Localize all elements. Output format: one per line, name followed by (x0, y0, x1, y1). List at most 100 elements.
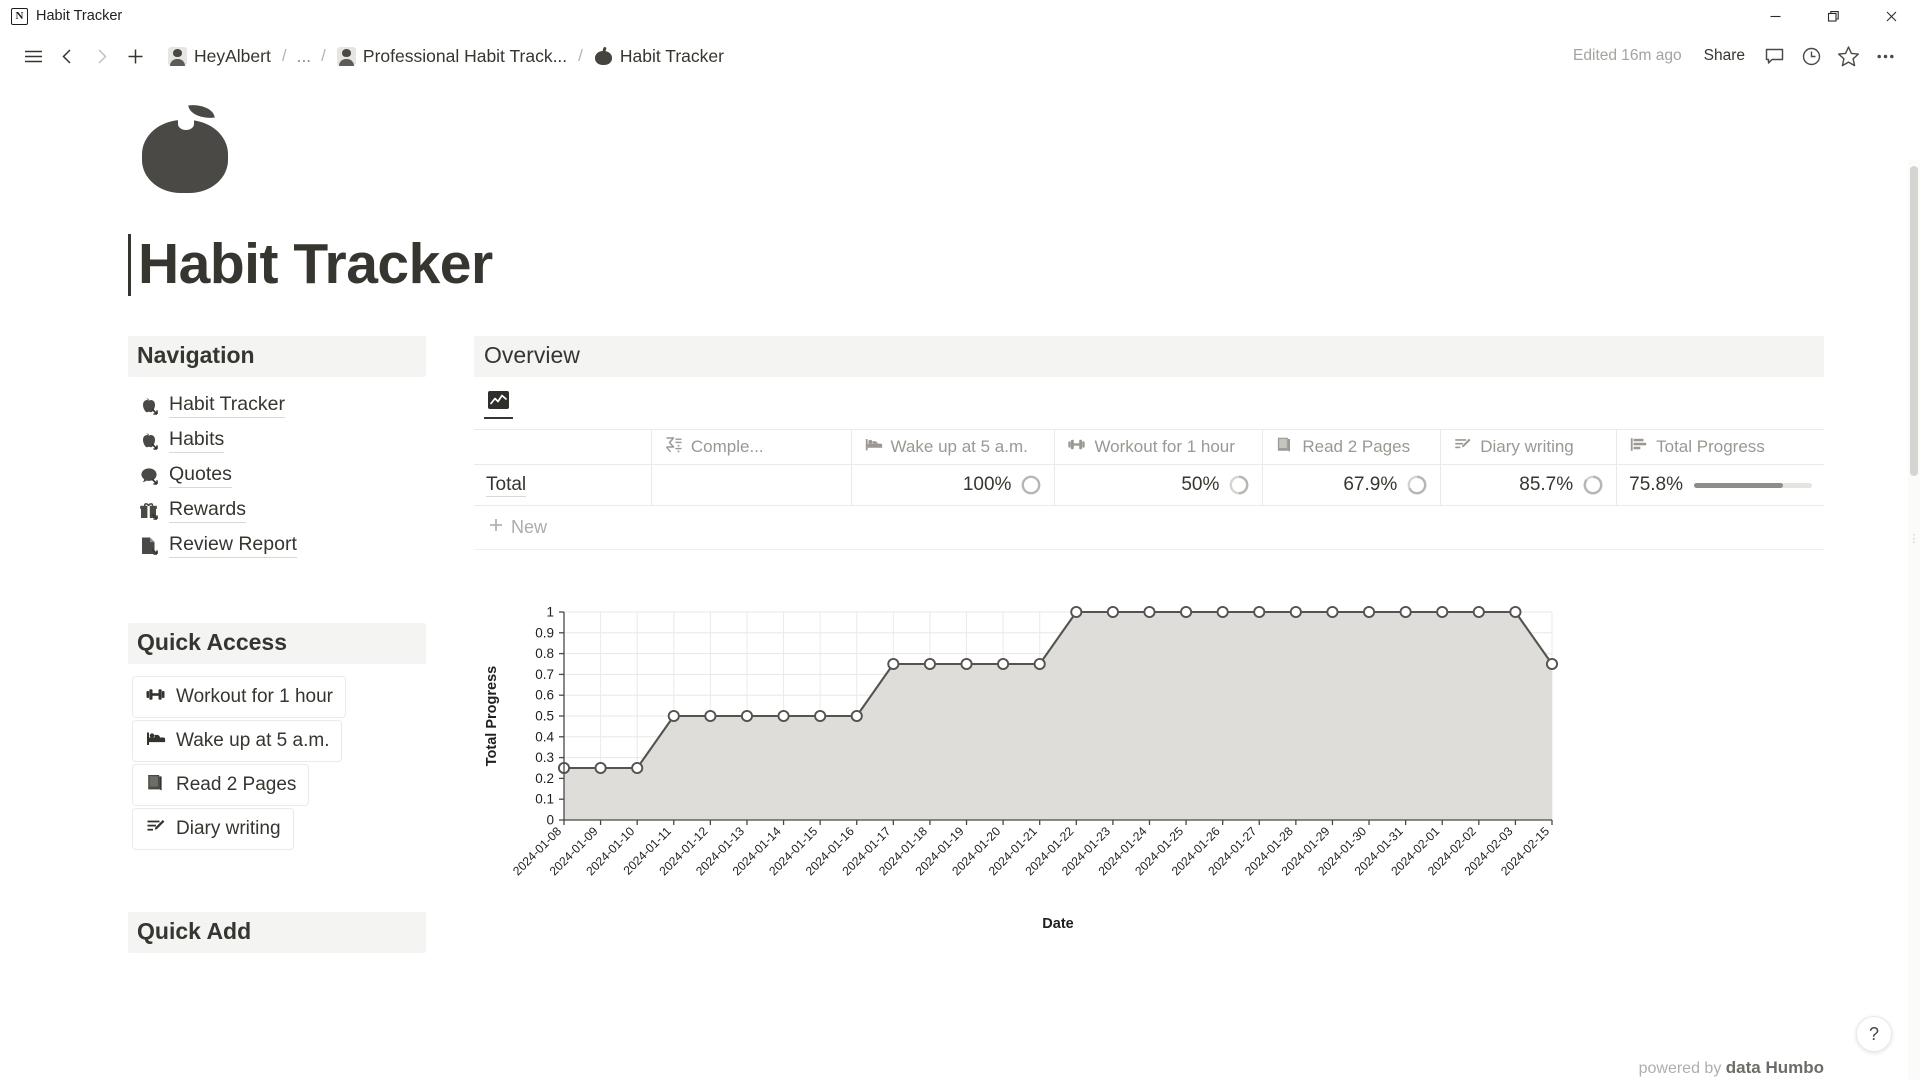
progress-ring (1020, 474, 1042, 496)
cell-value: 67.9% (1343, 474, 1398, 495)
quick-access-item-wake-up[interactable]: Wake up at 5 a.m. (132, 720, 343, 762)
add-new-row-button[interactable]: New (474, 506, 1824, 550)
quick-access-label: Read 2 Pages (176, 774, 297, 795)
breadcrumb-label: Habit Tracker (619, 45, 724, 66)
powered-by-footer: powered by data Humbo (1639, 1058, 1824, 1078)
table-col-label: Comple... (690, 437, 764, 456)
breadcrumb-separator: / (578, 46, 583, 65)
cell-value: 50% (1181, 474, 1220, 495)
table-col-diary[interactable]: Diary writing (1440, 429, 1618, 465)
table-header-row: Comple... Wake up at 5 a.m. Workout for … (474, 429, 1824, 465)
breadcrumb-item-current[interactable]: Habit Tracker (588, 43, 730, 70)
gift-icon (138, 500, 160, 522)
avatar-icon (336, 46, 356, 66)
cell-row-name[interactable]: Total (474, 464, 652, 506)
breadcrumb-item-parent[interactable]: Professional Habit Track... (331, 43, 573, 70)
svg-text:0.6: 0.6 (535, 688, 554, 703)
table-col-label: Workout for 1 hour (1094, 437, 1235, 456)
navigation-heading: Navigation (128, 336, 426, 377)
dumbbell-icon (145, 684, 166, 710)
sidebar-item-label: Habit Tracker (169, 393, 285, 418)
sidebar-item-review-report[interactable]: Review Report (135, 528, 426, 563)
close-button[interactable] (1862, 0, 1920, 32)
breadcrumb-separator: / (281, 46, 287, 65)
right-column: Overview Comple... Wake up at 5 a.m. Wor… (474, 336, 1920, 953)
resize-grip-icon[interactable]: ⋮ (1909, 525, 1920, 551)
table-col-wake-up[interactable]: Wake up at 5 a.m. (851, 429, 1056, 465)
quick-access-item-diary[interactable]: Diary writing (132, 808, 294, 850)
progress-ring (1582, 474, 1604, 496)
page-title[interactable]: Habit Tracker (138, 234, 493, 296)
cell-workout[interactable]: 50% (1054, 464, 1264, 506)
page-apple-icon[interactable] (142, 102, 246, 198)
more-options-icon[interactable] (1868, 39, 1902, 73)
tab-chart-view[interactable] (484, 387, 513, 419)
svg-text:0.7: 0.7 (535, 667, 554, 682)
pencil-lines-icon (145, 816, 166, 842)
window-titlebar: N Habit Tracker (0, 0, 1920, 32)
sidebar-item-habit-tracker[interactable]: Habit Tracker (135, 388, 426, 423)
sidebar-toggle-icon[interactable] (16, 39, 50, 73)
minimize-button[interactable] (1746, 0, 1804, 32)
scrollbar-thumb[interactable] (1910, 166, 1918, 476)
chart-svg: 00.10.20.30.40.50.60.70.80.91Total Progr… (484, 605, 1559, 932)
table-col-read[interactable]: Read 2 Pages (1262, 429, 1442, 465)
cell-value: 75.8% (1629, 474, 1683, 495)
breadcrumb-ellipsis[interactable]: ... (292, 43, 317, 70)
back-icon[interactable] (50, 39, 84, 73)
quick-access-item-read[interactable]: Read 2 Pages (132, 764, 310, 806)
book-icon (1275, 435, 1294, 459)
breadcrumb-separator: / (321, 46, 326, 65)
breadcrumb-label: HeyAlbert (194, 45, 271, 66)
table-row[interactable]: Total 100% 50% 67.9% 85.7% 75.8% (474, 464, 1824, 506)
sidebar-item-rewards[interactable]: Rewards (135, 493, 426, 528)
cell-read[interactable]: 67.9% (1262, 464, 1442, 506)
forward-icon[interactable] (84, 39, 118, 73)
speech-bubble-icon (138, 465, 160, 487)
table-col-workout[interactable]: Workout for 1 hour (1054, 429, 1264, 465)
navigation-list: Habit Tracker Habits Quotes Rewards Revi… (128, 388, 426, 563)
svg-text:1: 1 (546, 605, 554, 620)
cell-total-progress[interactable]: 75.8% (1616, 464, 1824, 506)
share-button[interactable]: Share (1695, 42, 1754, 70)
svg-text:Total Progress: Total Progress (484, 666, 500, 766)
svg-text:0.4: 0.4 (535, 729, 554, 744)
book-icon (145, 772, 166, 798)
quick-access-list: Workout for 1 hour Wake up at 5 a.m. Rea… (128, 676, 426, 850)
comment-icon[interactable] (1757, 39, 1791, 73)
quick-access-label: Wake up at 5 a.m. (176, 730, 330, 751)
cell-completion[interactable] (651, 464, 852, 506)
window-title: Habit Tracker (36, 8, 123, 24)
breadcrumb-item-workspace[interactable]: HeyAlbert (162, 43, 277, 70)
sidebar-item-label: Rewards (169, 498, 246, 523)
table-header: Comple... Wake up at 5 a.m. Workout for … (474, 429, 1824, 465)
row-name: Total (486, 473, 527, 497)
progress-ring (1228, 474, 1250, 496)
cell-diary[interactable]: 85.7% (1440, 464, 1618, 506)
page-title-row: Habit Tracker (128, 234, 1920, 296)
table-col-name[interactable] (474, 429, 652, 465)
powered-prefix: powered by (1638, 1060, 1722, 1077)
table-col-label: Read 2 Pages (1302, 437, 1411, 456)
total-progress-chart: 0 0.1 0.2 0.3 0.4 0.5 0.6 0.7 0.8 0.9 1 Total Progr… (474, 602, 1824, 932)
cell-value: 85.7% (1519, 474, 1574, 495)
add-new-row-label: New (511, 517, 548, 537)
restore-button[interactable] (1804, 0, 1862, 32)
history-clock-icon[interactable] (1794, 39, 1828, 73)
sidebar-item-quotes[interactable]: Quotes (135, 458, 426, 493)
breadcrumb-label: Professional Habit Track... (362, 45, 568, 66)
bed-icon (864, 435, 883, 459)
sidebar-item-habits[interactable]: Habits (135, 423, 426, 458)
new-page-icon[interactable] (118, 39, 152, 73)
cell-wake-up[interactable]: 100% (851, 464, 1056, 506)
favorite-star-icon[interactable] (1831, 39, 1865, 73)
apple-icon (138, 430, 160, 452)
plus-icon (488, 517, 504, 538)
left-column: Navigation Habit Tracker Habits Quotes R… (128, 336, 426, 953)
table-col-total-progress[interactable]: Total Progress (1616, 429, 1824, 465)
quick-access-item-workout[interactable]: Workout for 1 hour (132, 676, 347, 718)
quick-access-label: Diary writing (176, 818, 281, 839)
help-button[interactable]: ? (1856, 1016, 1892, 1052)
table-col-completion[interactable]: Comple... (651, 429, 852, 465)
svg-text:0.8: 0.8 (535, 646, 554, 661)
